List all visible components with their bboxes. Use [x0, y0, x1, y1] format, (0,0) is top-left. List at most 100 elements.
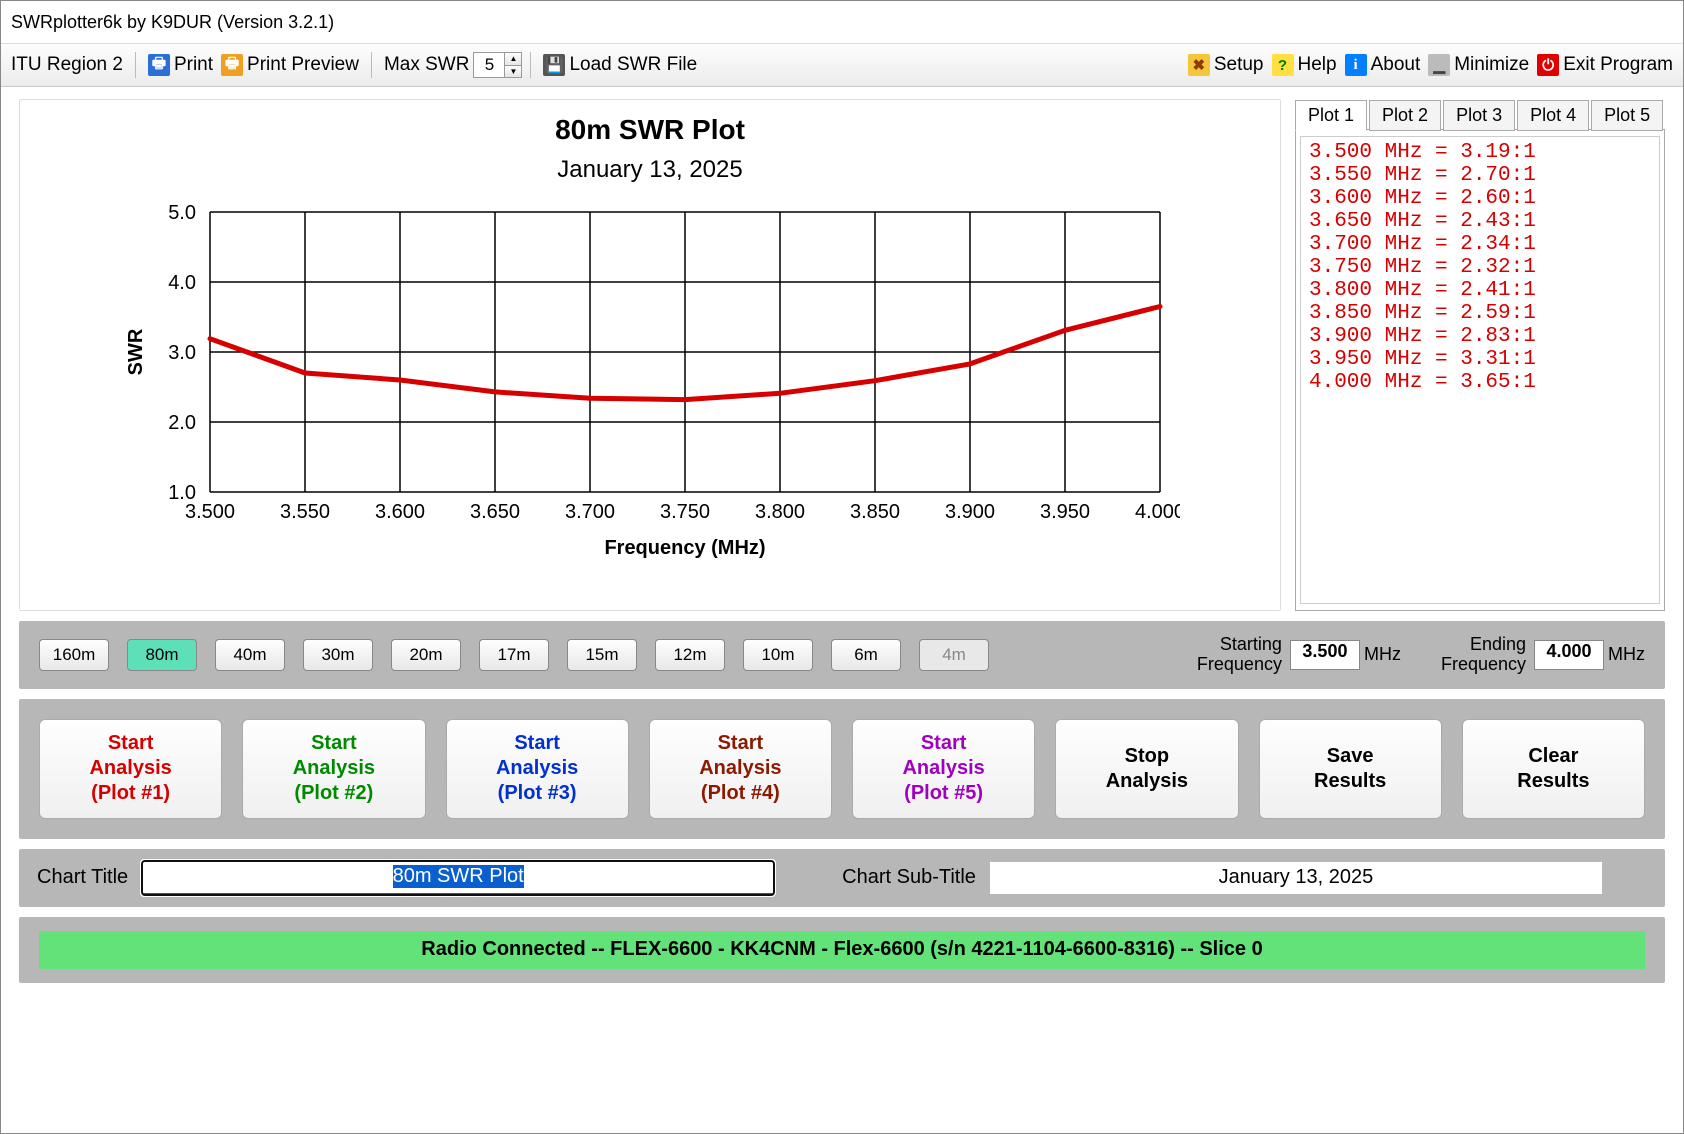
data-list-wrap: 3.500 MHz = 3.19:1 3.550 MHz = 2.70:1 3.…: [1295, 129, 1665, 611]
band-button-20m[interactable]: 20m: [391, 639, 461, 671]
print-button[interactable]: 🖶 Print: [144, 52, 217, 78]
svg-text:3.600: 3.600: [375, 501, 425, 523]
chart-panel: 80m SWR Plot January 13, 2025 3.500 3.550…: [19, 99, 1281, 611]
svg-text:3.700: 3.700: [565, 501, 615, 523]
upper-row: 80m SWR Plot January 13, 2025 3.500 3.550…: [19, 99, 1665, 611]
start-freq-label: Starting Frequency: [1197, 635, 1282, 675]
plot-tab-1[interactable]: Plot 1: [1295, 100, 1367, 131]
start-freq-input[interactable]: 3.500: [1290, 640, 1360, 670]
stop-analysis-button[interactable]: Stop Analysis: [1055, 719, 1238, 819]
svg-text:3.500: 3.500: [185, 501, 235, 523]
start-analysis-2-button[interactable]: Start Analysis (Plot #2): [242, 719, 425, 819]
svg-text:3.550: 3.550: [280, 501, 330, 523]
band-buttons: 160m 80m 40m 30m 20m 17m 15m 12m 10m 6m 4m: [39, 639, 989, 671]
chart-title-input[interactable]: [142, 861, 774, 895]
data-panel: Plot 1Plot 2Plot 3Plot 4Plot 5 3.500 MHz…: [1295, 99, 1665, 611]
help-label: Help: [1298, 54, 1337, 76]
plot-tabs: Plot 1Plot 2Plot 3Plot 4Plot 5: [1295, 99, 1665, 130]
end-freq-label: Ending Frequency: [1441, 635, 1526, 675]
band-bar: 160m 80m 40m 30m 20m 17m 15m 12m 10m 6m 4m Startin…: [19, 621, 1665, 689]
region-selector[interactable]: ITU Region 2: [7, 52, 127, 78]
exit-button[interactable]: ⏻ Exit Program: [1533, 52, 1677, 78]
help-button[interactable]: ? Help: [1268, 52, 1341, 78]
max-swr-input[interactable]: [474, 53, 504, 77]
chart-subtitle: January 13, 2025: [557, 156, 742, 184]
clear-results-button[interactable]: Clear Results: [1462, 719, 1645, 819]
print-preview-label: Print Preview: [247, 54, 359, 76]
svg-text:4.0: 4.0: [168, 272, 196, 294]
band-button-30m[interactable]: 30m: [303, 639, 373, 671]
print-preview-button[interactable]: 🖶 Print Preview: [217, 52, 363, 78]
svg-text:2.0: 2.0: [168, 412, 196, 434]
separator: [135, 52, 136, 78]
band-button-40m[interactable]: 40m: [215, 639, 285, 671]
chart-title: 80m SWR Plot: [555, 114, 745, 146]
start-analysis-3-button[interactable]: Start Analysis (Plot #3): [446, 719, 629, 819]
analysis-bar: Start Analysis (Plot #1) Start Analysis …: [19, 699, 1665, 839]
band-button-12m[interactable]: 12m: [655, 639, 725, 671]
floppy-icon: 💾: [543, 54, 565, 76]
load-swr-label: Load SWR File: [569, 54, 697, 76]
save-results-button[interactable]: Save Results: [1259, 719, 1442, 819]
about-button[interactable]: i About: [1341, 52, 1425, 78]
mhz-unit: MHz: [1608, 644, 1645, 665]
print-label: Print: [174, 54, 213, 76]
svg-text:5.0: 5.0: [168, 202, 196, 224]
spinner-down-icon[interactable]: ▼: [505, 66, 521, 78]
separator: [530, 52, 531, 78]
info-icon: i: [1345, 54, 1367, 76]
band-button-15m[interactable]: 15m: [567, 639, 637, 671]
minimize-button[interactable]: ▁ Minimize: [1424, 52, 1533, 78]
max-swr-spinner[interactable]: ▲ ▼: [473, 52, 522, 78]
start-analysis-5-button[interactable]: Start Analysis (Plot #5): [852, 719, 1035, 819]
spinner-up-icon[interactable]: ▲: [505, 53, 521, 66]
status-bar: Radio Connected -- FLEX-6600 - KK4CNM - …: [39, 931, 1645, 969]
exit-label: Exit Program: [1563, 54, 1673, 76]
tools-icon: ✖: [1188, 54, 1210, 76]
print-icon: 🖶: [148, 54, 170, 76]
svg-text:4.000: 4.000: [1135, 501, 1180, 523]
svg-text:3.750: 3.750: [660, 501, 710, 523]
svg-text:3.650: 3.650: [470, 501, 520, 523]
svg-text:1.0: 1.0: [168, 482, 196, 504]
start-analysis-4-button[interactable]: Start Analysis (Plot #4): [649, 719, 832, 819]
app-window: SWRplotter6k by K9DUR (Version 3.2.1) IT…: [0, 0, 1684, 1134]
data-list[interactable]: 3.500 MHz = 3.19:1 3.550 MHz = 2.70:1 3.…: [1300, 136, 1660, 604]
chart-subtitle-label: Chart Sub-Title: [842, 866, 976, 889]
about-label: About: [1371, 54, 1421, 76]
chart-subtitle-input[interactable]: [990, 862, 1602, 894]
plot-tab-5[interactable]: Plot 5: [1591, 100, 1663, 131]
power-icon: ⏻: [1537, 54, 1559, 76]
title-bar: Chart Title Chart Sub-Title: [19, 849, 1665, 907]
svg-text:3.0: 3.0: [168, 342, 196, 364]
band-button-80m[interactable]: 80m: [127, 639, 197, 671]
main-content: 80m SWR Plot January 13, 2025 3.500 3.550…: [1, 87, 1683, 1133]
band-button-4m: 4m: [919, 639, 989, 671]
band-button-17m[interactable]: 17m: [479, 639, 549, 671]
toolbar: ITU Region 2 🖶 Print 🖶 Print Preview Max…: [1, 43, 1683, 87]
titlebar: SWRplotter6k by K9DUR (Version 3.2.1): [1, 1, 1683, 43]
end-freq-input[interactable]: 4.000: [1534, 640, 1604, 670]
band-button-160m[interactable]: 160m: [39, 639, 109, 671]
svg-text:SWR: SWR: [125, 328, 147, 375]
band-button-10m[interactable]: 10m: [743, 639, 813, 671]
svg-text:3.850: 3.850: [850, 501, 900, 523]
max-swr-group: Max SWR: [380, 52, 474, 78]
plot-tab-2[interactable]: Plot 2: [1369, 100, 1441, 131]
separator: [371, 52, 372, 78]
band-button-6m[interactable]: 6m: [831, 639, 901, 671]
print-preview-icon: 🖶: [221, 54, 243, 76]
start-analysis-1-button[interactable]: Start Analysis (Plot #1): [39, 719, 222, 819]
minimize-label: Minimize: [1454, 54, 1529, 76]
setup-label: Setup: [1214, 54, 1264, 76]
load-swr-button[interactable]: 💾 Load SWR File: [539, 52, 701, 78]
svg-text:Frequency (MHz): Frequency (MHz): [604, 537, 765, 559]
svg-text:3.800: 3.800: [755, 501, 805, 523]
help-icon: ?: [1272, 54, 1294, 76]
plot-tab-4[interactable]: Plot 4: [1517, 100, 1589, 131]
setup-button[interactable]: ✖ Setup: [1184, 52, 1268, 78]
chart-title-label: Chart Title: [37, 866, 128, 889]
status-section: Radio Connected -- FLEX-6600 - KK4CNM - …: [19, 917, 1665, 983]
minimize-icon: ▁: [1428, 54, 1450, 76]
plot-tab-3[interactable]: Plot 3: [1443, 100, 1515, 131]
